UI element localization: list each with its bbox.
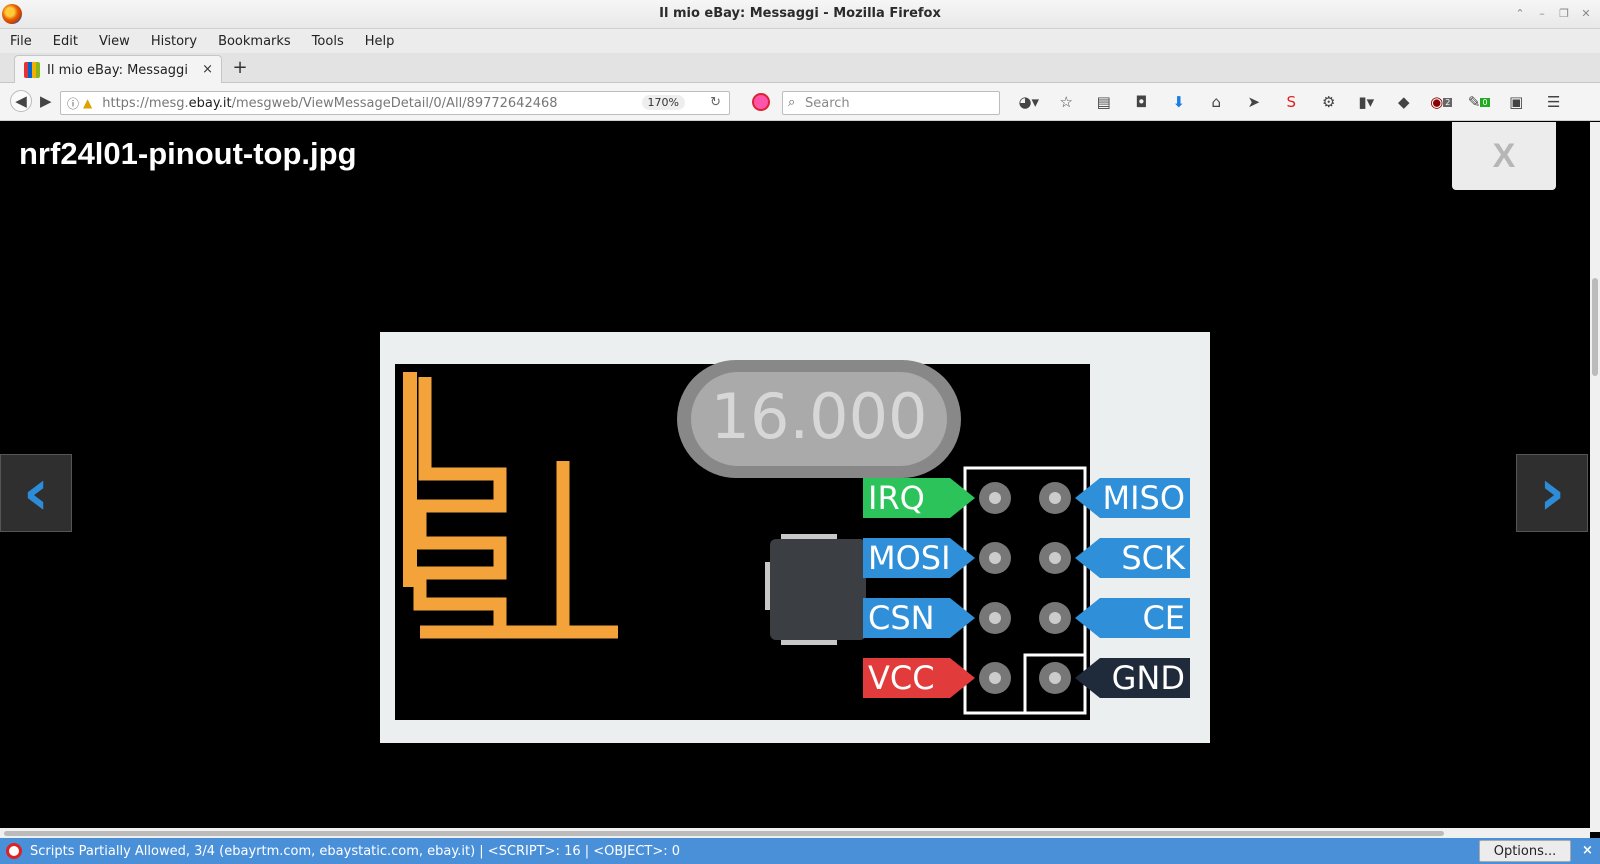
reload-icon[interactable]: ↻ — [710, 95, 721, 110]
crystal-oscillator: 16.000 — [677, 360, 961, 478]
horizontal-scrollbar[interactable] — [0, 828, 1590, 838]
search-icon: ⌕ — [788, 95, 796, 110]
image-title: nrf24l01-pinout-top.jpg — [19, 136, 357, 171]
nrf24l01-pinout-image: 16.000 IRQ MOSI CSN VCC MISO SCK CE GND — [380, 332, 1210, 743]
viewer-close-button[interactable]: X — [1452, 122, 1556, 190]
window-minimize-icon[interactable]: – — [1532, 4, 1552, 22]
toolbar-icons: ◕▾ ☆ ▤ ◘ ⬇ ⌂ ➤ S ⚙ ▮▾ ◆ ◉ 2 ✎ 0 ▣ ☰ — [1010, 90, 1573, 114]
addon-icon[interactable]: ✎ 0 — [1460, 90, 1498, 114]
options-button[interactable]: Options... — [1479, 840, 1571, 862]
pin-gnd: GND — [1112, 659, 1185, 697]
horizontal-scroll-thumb[interactable] — [4, 831, 1444, 836]
addon-badge: 0 — [1480, 97, 1490, 107]
noscript-icon[interactable]: S — [1273, 90, 1311, 114]
vertical-scrollbar[interactable] — [1590, 122, 1600, 832]
noscript-status-icon — [6, 843, 22, 859]
site-info-icon[interactable]: ⓘ — [67, 95, 79, 112]
url-text[interactable]: https://mesg.ebay.it/mesgweb/ViewMessage… — [102, 96, 557, 111]
mixed-content-warning-icon: ▲ — [83, 96, 93, 110]
back-arrow-icon: ◀ — [15, 92, 27, 110]
status-close-icon[interactable]: × — [1582, 843, 1593, 858]
new-tab-button[interactable]: + — [230, 57, 250, 78]
home-icon[interactable]: ⌂ — [1198, 90, 1236, 114]
pin-vcc: VCC — [868, 659, 935, 697]
ublock-badge: 2 — [1443, 97, 1453, 107]
search-placeholder: Search — [805, 95, 850, 111]
chevron-left-icon: ‹ — [22, 456, 50, 530]
pin-mosi: MOSI — [868, 539, 951, 577]
menu-view[interactable]: View — [99, 34, 130, 49]
extension-icon[interactable]: ⚙ — [1310, 90, 1348, 114]
tab-bar: Il mio eBay: Messaggi × + — [0, 53, 1600, 84]
menu-tools[interactable]: Tools — [312, 34, 344, 49]
noscript-status-bar: Scripts Partially Allowed, 3/4 (ebayrtm.… — [0, 838, 1600, 864]
back-button[interactable]: ◀ — [10, 90, 32, 112]
window-restore-icon[interactable]: ❐ — [1554, 4, 1574, 22]
vertical-scroll-thumb[interactable] — [1592, 278, 1598, 376]
menu-bar: File Edit View History Bookmarks Tools H… — [0, 29, 1600, 53]
menu-history[interactable]: History — [151, 34, 197, 49]
menu-file[interactable]: File — [10, 34, 32, 49]
url-bar[interactable]: ⓘ ▲ https://mesg.ebay.it/mesgweb/ViewMes… — [60, 91, 730, 115]
previous-image-button[interactable]: ‹ — [0, 454, 72, 532]
image-viewer: nrf24l01-pinout-top.jpg X ‹ › 16.000 IRQ… — [0, 122, 1590, 832]
hamburger-menu-icon[interactable]: ☰ — [1535, 90, 1573, 114]
menu-help[interactable]: Help — [365, 34, 395, 49]
s-icon[interactable]: ▣ — [1498, 90, 1536, 114]
bookmark-star-icon[interactable]: ☆ — [1048, 90, 1086, 114]
send-icon[interactable]: ➤ — [1235, 90, 1273, 114]
navigation-bar: ◀ ▶ ⓘ ▲ https://mesg.ebay.it/mesgweb/Vie… — [0, 83, 1600, 121]
arrow-icon[interactable]: ◆ — [1385, 90, 1423, 114]
tab-close-icon[interactable]: × — [202, 62, 213, 77]
menu-bookmarks[interactable]: Bookmarks — [218, 34, 291, 49]
ebay-favicon-icon — [24, 62, 40, 78]
window-titlebar: Il mio eBay: Messaggi - Mozilla Firefox … — [0, 0, 1600, 29]
pin-sck: SCK — [1121, 539, 1186, 577]
regulator-chip — [765, 534, 866, 645]
noscript-status-text: Scripts Partially Allowed, 3/4 (ebayrtm.… — [30, 843, 681, 859]
clipboard-icon[interactable]: ▮▾ — [1348, 90, 1386, 114]
search-input[interactable]: ⌕ Search — [782, 91, 1000, 115]
zoom-indicator[interactable]: 170% — [641, 95, 685, 110]
window-controls: ⌃ – ❐ ✕ — [1510, 4, 1596, 24]
pin-csn: CSN — [868, 599, 935, 637]
sync-menu-icon[interactable]: ◕▾ — [1010, 90, 1048, 114]
ublock-icon[interactable]: ◉ 2 — [1423, 90, 1461, 114]
menu-edit[interactable]: Edit — [53, 34, 78, 49]
pocket-icon[interactable]: ◘ — [1123, 90, 1161, 114]
pin-miso: MISO — [1102, 479, 1185, 517]
forward-arrow-icon[interactable]: ▶ — [40, 92, 52, 110]
reading-list-icon[interactable]: ▤ — [1085, 90, 1123, 114]
window-up-icon[interactable]: ⌃ — [1510, 4, 1530, 22]
blocker-icon[interactable] — [752, 93, 770, 111]
chevron-right-icon: › — [1538, 456, 1566, 530]
tab-messaggi[interactable]: Il mio eBay: Messaggi × — [14, 55, 222, 84]
next-image-button[interactable]: › — [1516, 454, 1588, 532]
window-title: Il mio eBay: Messaggi - Mozilla Firefox — [659, 6, 941, 21]
pin-ce: CE — [1142, 599, 1185, 637]
window-close-icon[interactable]: ✕ — [1576, 4, 1596, 22]
pin-irq: IRQ — [868, 479, 925, 517]
download-icon[interactable]: ⬇ — [1160, 90, 1198, 114]
crystal-label: 16.000 — [711, 380, 928, 453]
tab-label: Il mio eBay: Messaggi — [47, 62, 188, 78]
